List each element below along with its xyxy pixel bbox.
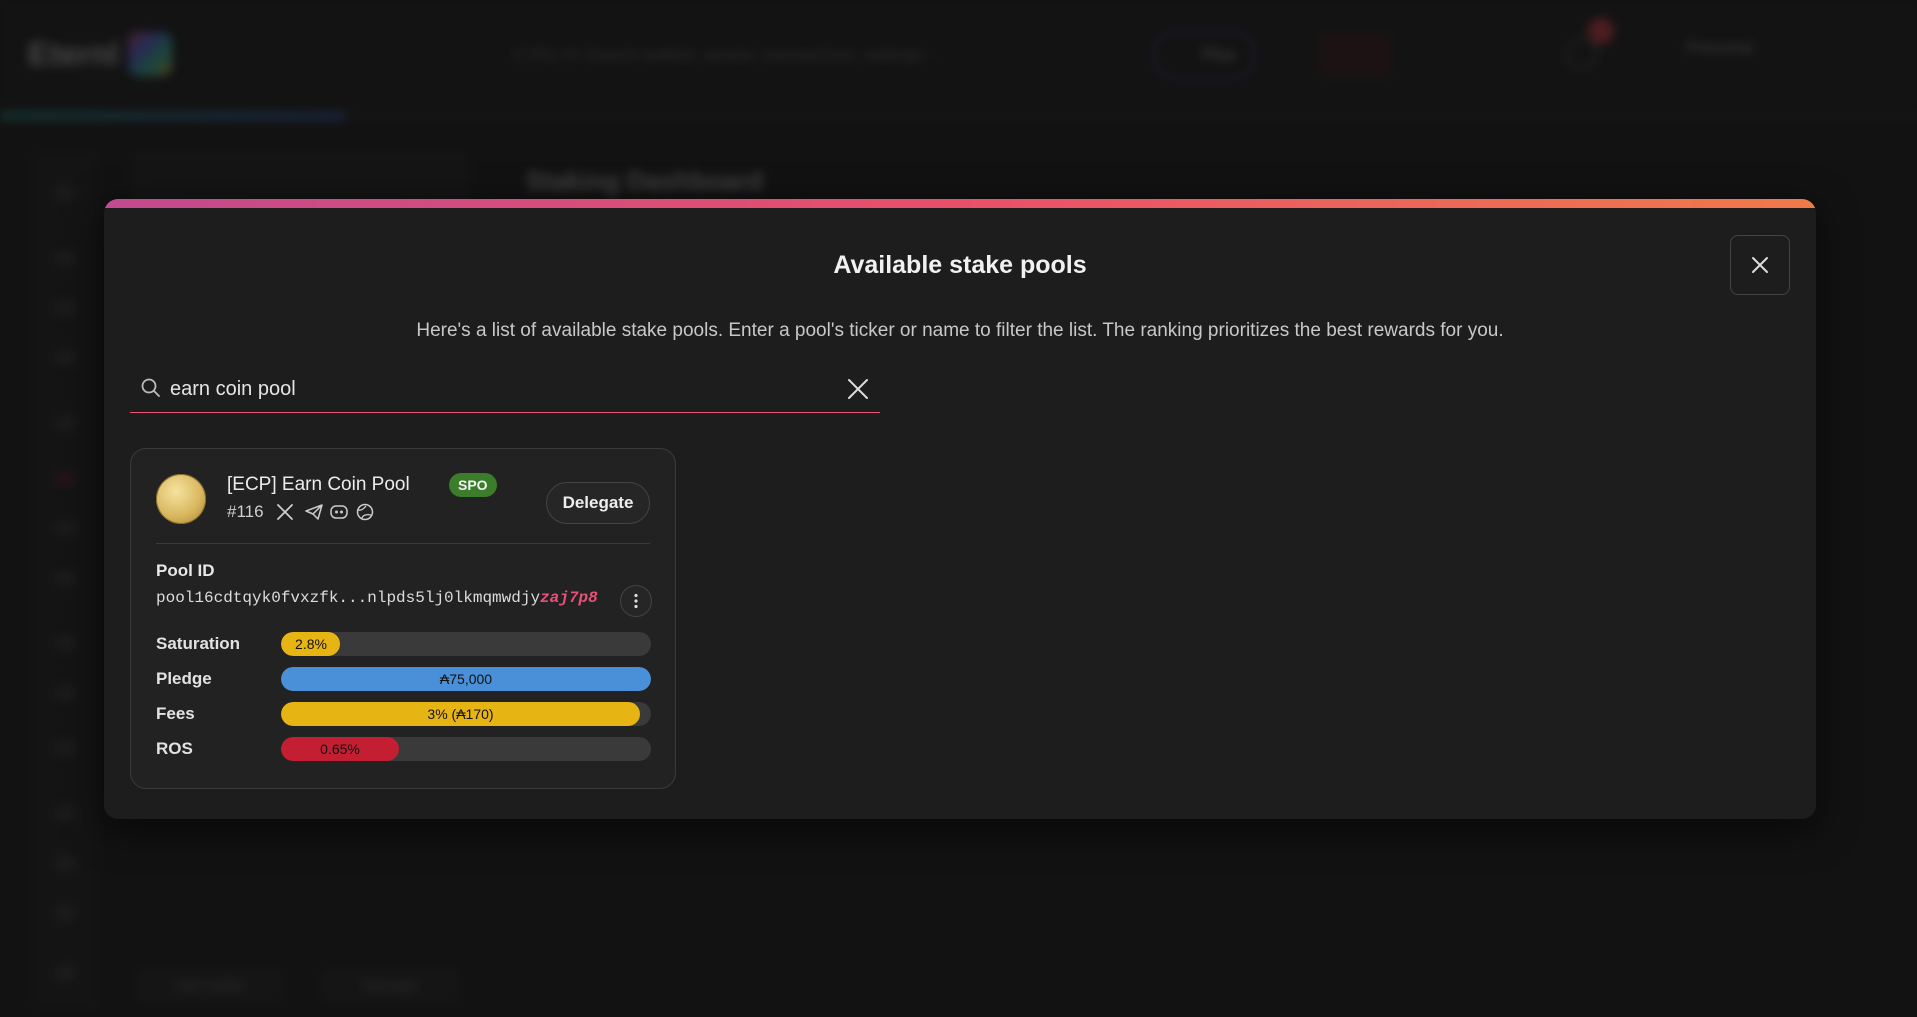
metric-value-saturation: 2.8% bbox=[295, 636, 327, 652]
more-vertical-icon bbox=[634, 593, 638, 609]
pool-id-prefix: pool16cdtqyk0fvxzfk...nlpds5lj0lkmqmwdjy bbox=[156, 589, 541, 607]
metric-label-fees: Fees bbox=[156, 704, 195, 723]
metric-value-ros: 0.65% bbox=[320, 741, 360, 757]
modal-description: Here's a list of available stake pools. … bbox=[416, 320, 1504, 341]
metric-bar-fees: 3% (₳170) bbox=[281, 702, 651, 726]
metric-label-saturation: Saturation bbox=[156, 634, 241, 653]
metric-bar-pledge: ₳75,000 bbox=[281, 667, 651, 691]
pool-search-input[interactable] bbox=[170, 373, 820, 405]
metric-value-pledge: ₳75,000 bbox=[439, 671, 493, 687]
pool-name[interactable]: [ECP] Earn Coin Pool bbox=[227, 474, 410, 496]
pool-card[interactable]: [ECP] Earn Coin Pool SPO #116 Delegate P… bbox=[130, 448, 676, 789]
close-icon bbox=[1752, 257, 1768, 273]
modal-accent-stripe bbox=[104, 199, 1816, 208]
discord-icon[interactable] bbox=[329, 502, 349, 522]
metric-value-fees: 3% (₳170) bbox=[427, 706, 494, 722]
card-divider bbox=[156, 543, 650, 544]
x-icon[interactable] bbox=[275, 502, 295, 522]
modal-title: Available stake pools bbox=[833, 251, 1087, 279]
delegate-button[interactable]: Delegate bbox=[546, 482, 650, 524]
pool-id-label: Pool ID bbox=[156, 561, 215, 580]
metric-bar-ros: 0.65% bbox=[281, 737, 651, 761]
clear-search-icon[interactable] bbox=[844, 375, 872, 403]
pool-rank: #116 bbox=[227, 502, 264, 521]
pool-id-suffix: zaj7p8 bbox=[540, 589, 598, 607]
stake-pools-modal: Available stake pools Here's a list of a… bbox=[104, 199, 1816, 819]
spo-badge: SPO bbox=[449, 473, 497, 497]
metric-bar-saturation: 2.8% bbox=[281, 632, 651, 656]
search-icon bbox=[141, 378, 160, 397]
pool-logo bbox=[156, 474, 206, 524]
pool-search bbox=[130, 365, 880, 413]
globe-icon[interactable] bbox=[355, 502, 375, 522]
close-button[interactable] bbox=[1730, 235, 1790, 295]
pool-id-value[interactable]: pool16cdtqyk0fvxzfk...nlpds5lj0lkmqmwdjy… bbox=[156, 589, 598, 607]
metric-label-ros: ROS bbox=[156, 739, 193, 758]
pool-more-button[interactable] bbox=[620, 585, 652, 617]
metric-label-pledge: Pledge bbox=[156, 669, 212, 688]
telegram-icon[interactable] bbox=[304, 502, 324, 522]
